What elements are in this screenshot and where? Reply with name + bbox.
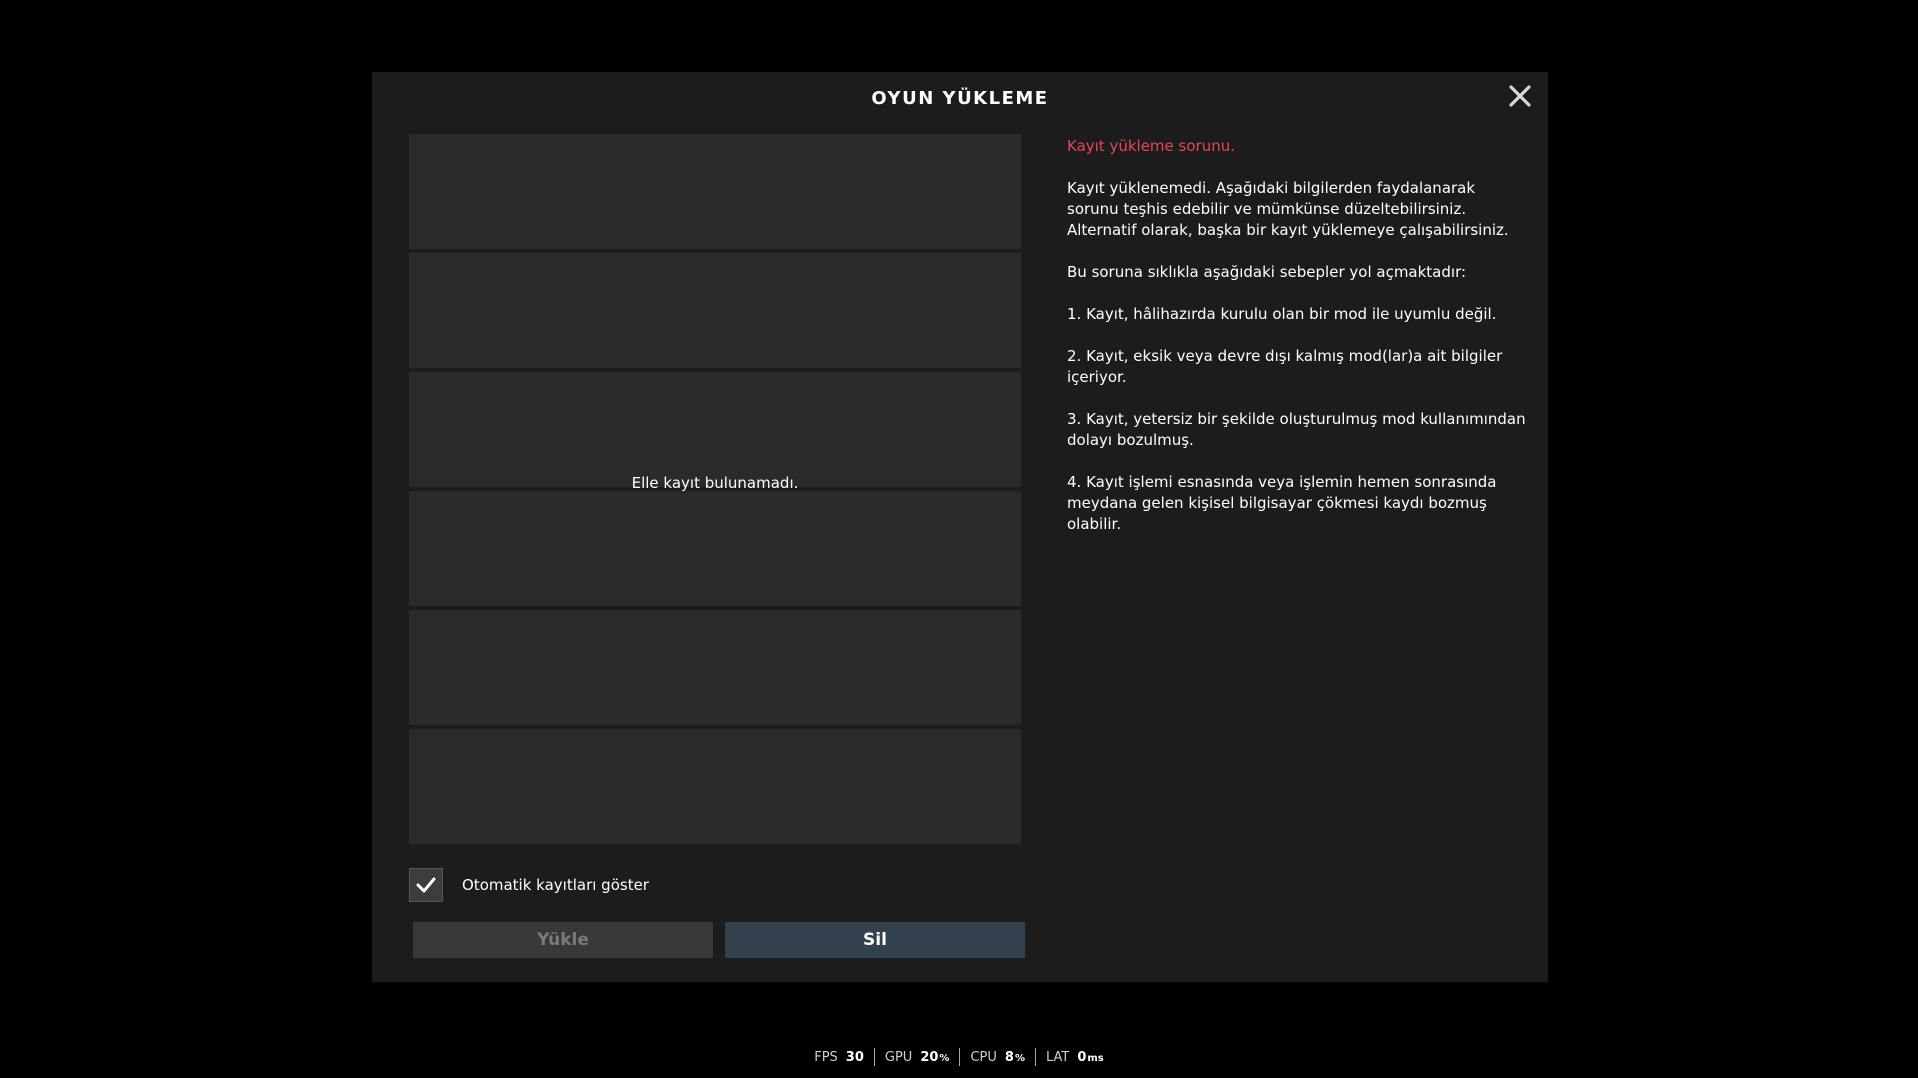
delete-button[interactable]: Sil: [725, 922, 1025, 958]
error-causes-intro: Bu soruna sıklıkla aşağıdaki sebepler yo…: [1067, 263, 1467, 281]
save-slot[interactable]: [409, 491, 1021, 606]
error-info-panel: Kayıt yükleme sorunu. Kayıt yüklenemedi.…: [1067, 136, 1527, 556]
error-cause-item: 2. Kayıt, eksik veya devre dışı kalmış m…: [1067, 347, 1503, 386]
fps-stat: FPS 30: [804, 1050, 874, 1065]
gpu-stat: GPU 20 %: [875, 1050, 960, 1065]
performance-status-bar: FPS 30 GPU 20 % CPU 8 % LAT 0 ms: [0, 1047, 1918, 1067]
error-description: Kayıt yüklenemedi. Aşağıdaki bilgilerden…: [1067, 179, 1509, 239]
empty-save-message: Elle kayıt bulunamadı.: [631, 474, 799, 492]
game-screen: OYUN YÜKLEME Elle kayıt bulunamadı. Otom…: [0, 0, 1918, 1078]
gpu-value: 20: [920, 1049, 939, 1065]
fps-value: 30: [845, 1049, 864, 1065]
dialog-title: OYUN YÜKLEME: [871, 88, 1049, 109]
cpu-unit: %: [1014, 1052, 1025, 1064]
error-title: Kayıt yükleme sorunu.: [1067, 137, 1235, 155]
save-slot[interactable]: [409, 372, 1021, 487]
checkmark-icon: [416, 877, 436, 893]
close-icon: [1509, 85, 1531, 107]
gpu-unit: %: [939, 1052, 950, 1064]
error-cause-item: 4. Kayıt işlemi esnasında veya işlemin h…: [1067, 473, 1497, 533]
save-list: Elle kayıt bulunamadı.: [409, 134, 1021, 846]
load-game-dialog: OYUN YÜKLEME Elle kayıt bulunamadı. Otom…: [372, 72, 1548, 982]
save-slot[interactable]: [409, 134, 1021, 249]
cpu-label: CPU: [970, 1049, 997, 1065]
close-button[interactable]: [1508, 84, 1532, 108]
lat-unit: ms: [1087, 1052, 1104, 1064]
save-slot[interactable]: [409, 610, 1021, 725]
show-autosaves-checkbox[interactable]: [409, 868, 443, 902]
lat-label: LAT: [1045, 1049, 1070, 1065]
load-button[interactable]: Yükle: [413, 922, 713, 958]
error-cause-item: 3. Kayıt, yetersiz bir şekilde oluşturul…: [1067, 410, 1526, 449]
fps-label: FPS: [814, 1049, 838, 1065]
cpu-value: 8: [1004, 1049, 1014, 1065]
save-slot[interactable]: [409, 729, 1021, 844]
error-cause-item: 1. Kayıt, hâlihazırda kurulu olan bir mo…: [1067, 305, 1497, 323]
cpu-stat: CPU 8 %: [960, 1050, 1035, 1065]
show-autosaves-label: Otomatik kayıtları göster: [462, 876, 649, 894]
lat-value: 0: [1077, 1049, 1087, 1065]
gpu-label: GPU: [884, 1049, 913, 1065]
show-autosaves-row: Otomatik kayıtları göster: [409, 867, 649, 903]
latency-stat: LAT 0 ms: [1036, 1050, 1114, 1065]
save-slot[interactable]: [409, 253, 1021, 368]
